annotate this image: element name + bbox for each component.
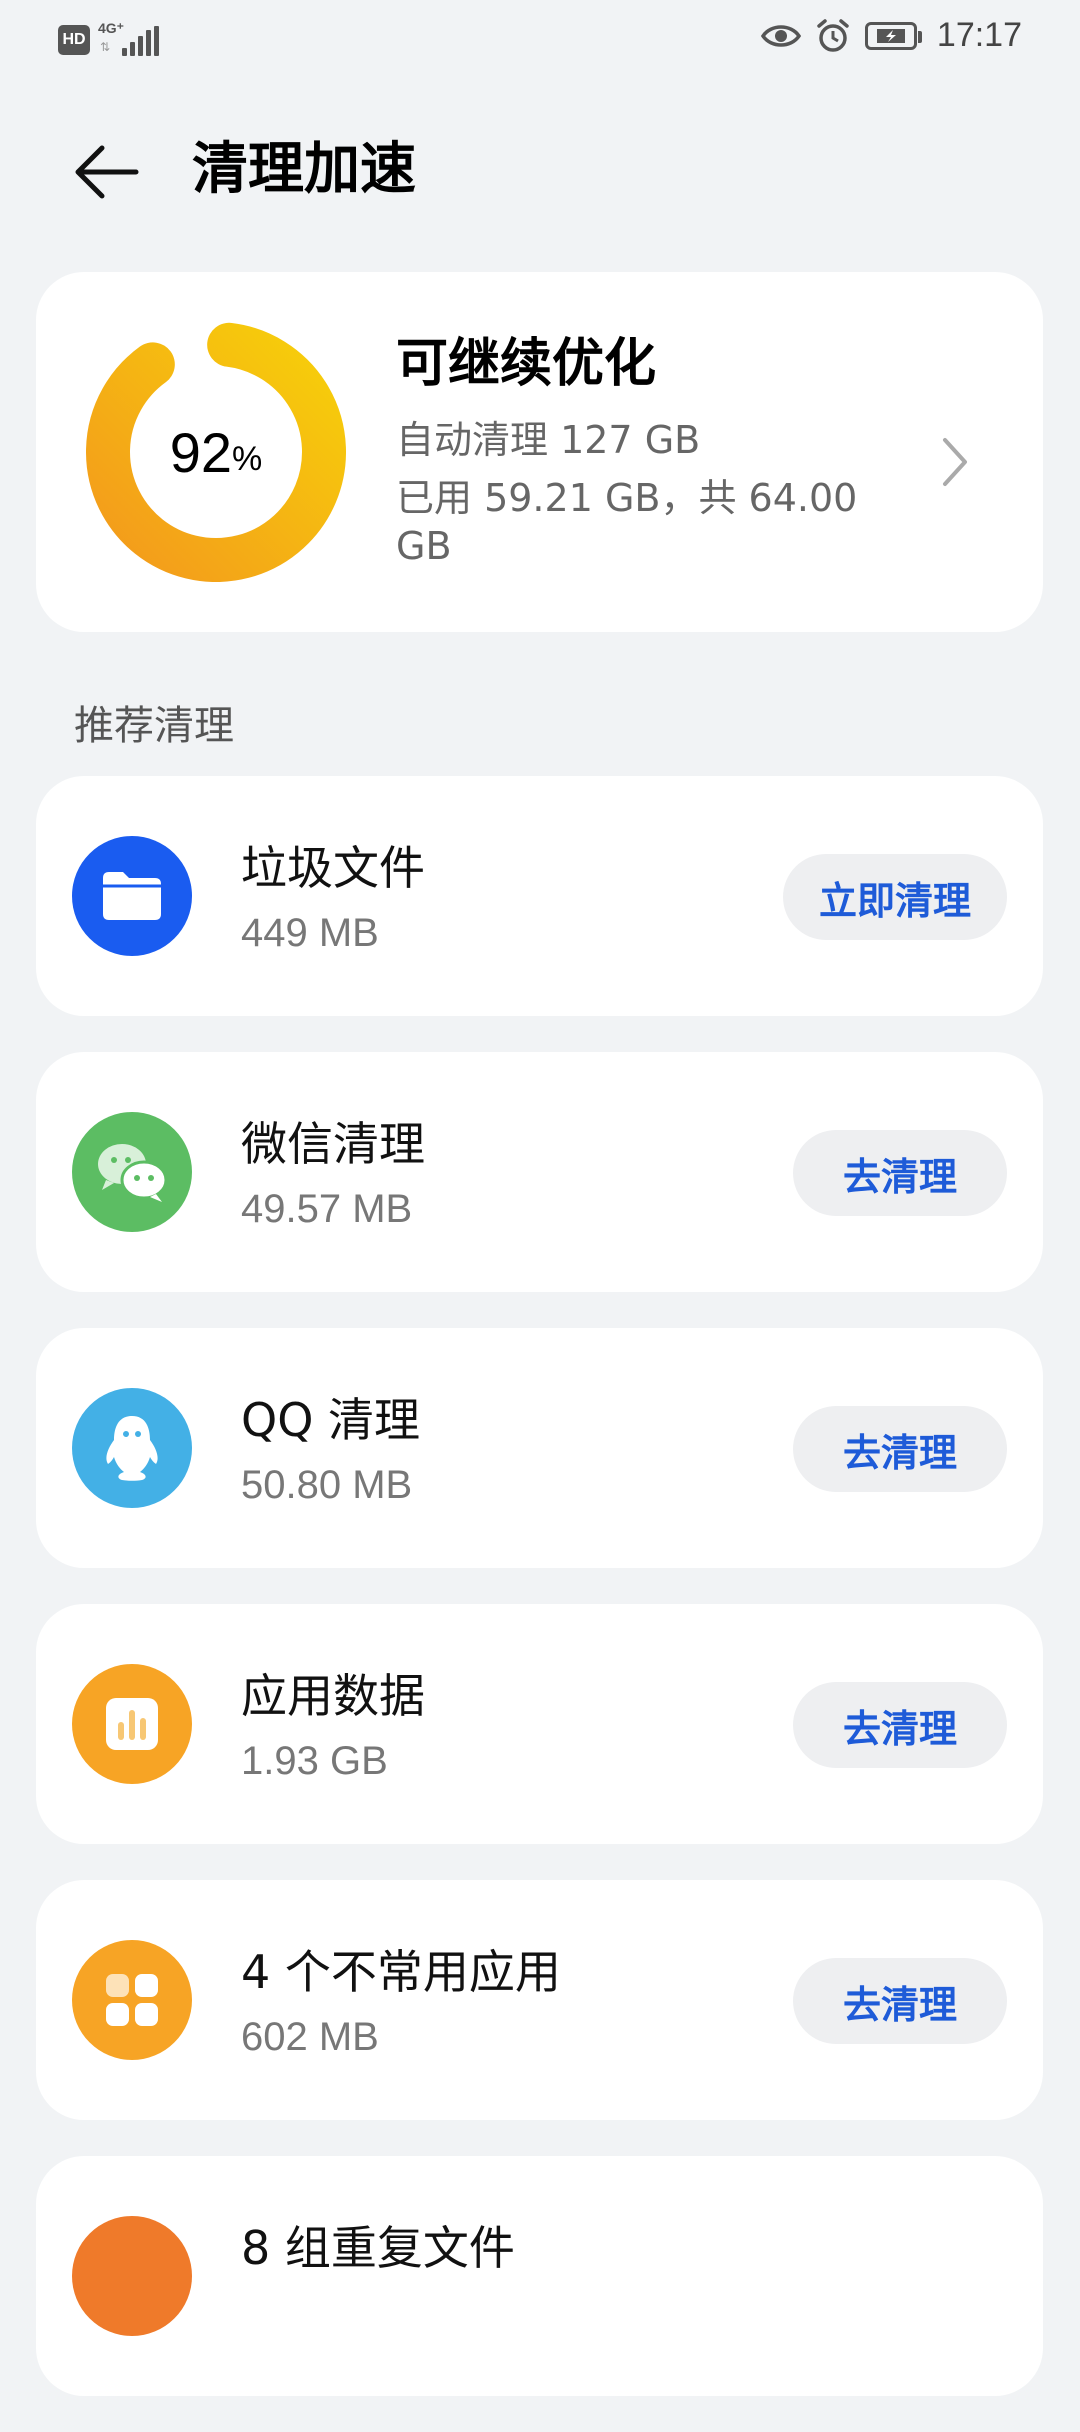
- list-item-unused-apps[interactable]: 4 个不常用应用 602 MB 去清理: [36, 1880, 1043, 2120]
- status-bar: HD 4G⁺ ⇅ 17:17: [0, 0, 1080, 80]
- eye-comfort-icon: [760, 24, 801, 47]
- list-item-junk-files[interactable]: 垃圾文件 449 MB 立即清理: [36, 776, 1043, 1016]
- app-header: 清理加速: [0, 120, 1080, 220]
- back-arrow-icon[interactable]: [70, 136, 142, 208]
- storage-summary-card[interactable]: 92 % 可继续优化 自动清理 127 GB 已用 59.21 GB，共 64.…: [36, 272, 1043, 632]
- app-data-icon: [72, 1664, 192, 1784]
- list-item-duplicate-files[interactable]: 8 组重复文件: [36, 2156, 1043, 2396]
- page-title: 清理加速: [192, 137, 416, 202]
- item-title: QQ 清理: [241, 1393, 421, 1447]
- data-arrows-icon: ⇅: [100, 40, 111, 54]
- list-item-wechat[interactable]: 微信清理 49.57 MB 去清理: [36, 1052, 1043, 1292]
- item-size: 602 MB: [241, 2015, 379, 2059]
- item-title: 4 个不常用应用: [241, 1945, 561, 1999]
- status-right: 17:17: [760, 16, 1022, 55]
- apps-grid-icon: [72, 1940, 192, 2060]
- list-item-qq[interactable]: QQ 清理 50.80 MB 去清理: [36, 1328, 1043, 1568]
- clock: 17:17: [936, 16, 1022, 54]
- go-clean-button[interactable]: 去清理: [793, 1682, 1007, 1768]
- go-clean-button[interactable]: 去清理: [793, 1958, 1007, 2044]
- duplicate-files-icon: [72, 2216, 192, 2336]
- item-size: 49.57 MB: [241, 1187, 413, 1231]
- signal-bars: [122, 26, 159, 56]
- list-item-app-data[interactable]: 应用数据 1.93 GB 去清理: [36, 1604, 1043, 1844]
- item-size: 1.93 GB: [241, 1739, 388, 1783]
- go-clean-button[interactable]: 去清理: [793, 1406, 1007, 1492]
- network-type: 4G⁺: [98, 20, 125, 36]
- section-header: 推荐清理: [74, 703, 234, 749]
- folder-icon: [72, 836, 192, 956]
- status-left: HD 4G⁺ ⇅: [58, 20, 159, 60]
- go-clean-button[interactable]: 去清理: [793, 1130, 1007, 1216]
- item-title: 8 组重复文件: [241, 2221, 515, 2275]
- chevron-right-icon: [943, 438, 967, 486]
- hd-badge: HD: [58, 25, 90, 55]
- clean-now-button[interactable]: 立即清理: [782, 854, 1007, 940]
- qq-penguin-icon: [72, 1388, 192, 1508]
- alarm-icon: [817, 18, 849, 52]
- summary-title: 可继续优化: [396, 334, 657, 394]
- item-title: 微信清理: [241, 1117, 425, 1171]
- battery-charging-icon: [864, 21, 922, 50]
- cellular-signal-icon: 4G⁺ ⇅: [98, 20, 159, 60]
- item-size: 50.80 MB: [241, 1463, 413, 1507]
- storage-usage-text: 已用 59.21 GB，共 64.00 GB: [396, 476, 858, 568]
- wechat-icon: [72, 1112, 192, 1232]
- item-size: 449 MB: [241, 911, 379, 955]
- usage-percent-value: 92: [169, 420, 233, 484]
- auto-cleaned-text: 自动清理 127 GB: [396, 418, 701, 462]
- item-title: 垃圾文件: [241, 841, 425, 895]
- recommended-clean-list: 垃圾文件 449 MB 立即清理 微信清理 49.57 MB 去清理 QQ 清理…: [36, 776, 1043, 2432]
- item-title: 应用数据: [241, 1669, 425, 1723]
- usage-percent: 92 %: [86, 322, 346, 582]
- usage-percent-unit: %: [232, 439, 263, 478]
